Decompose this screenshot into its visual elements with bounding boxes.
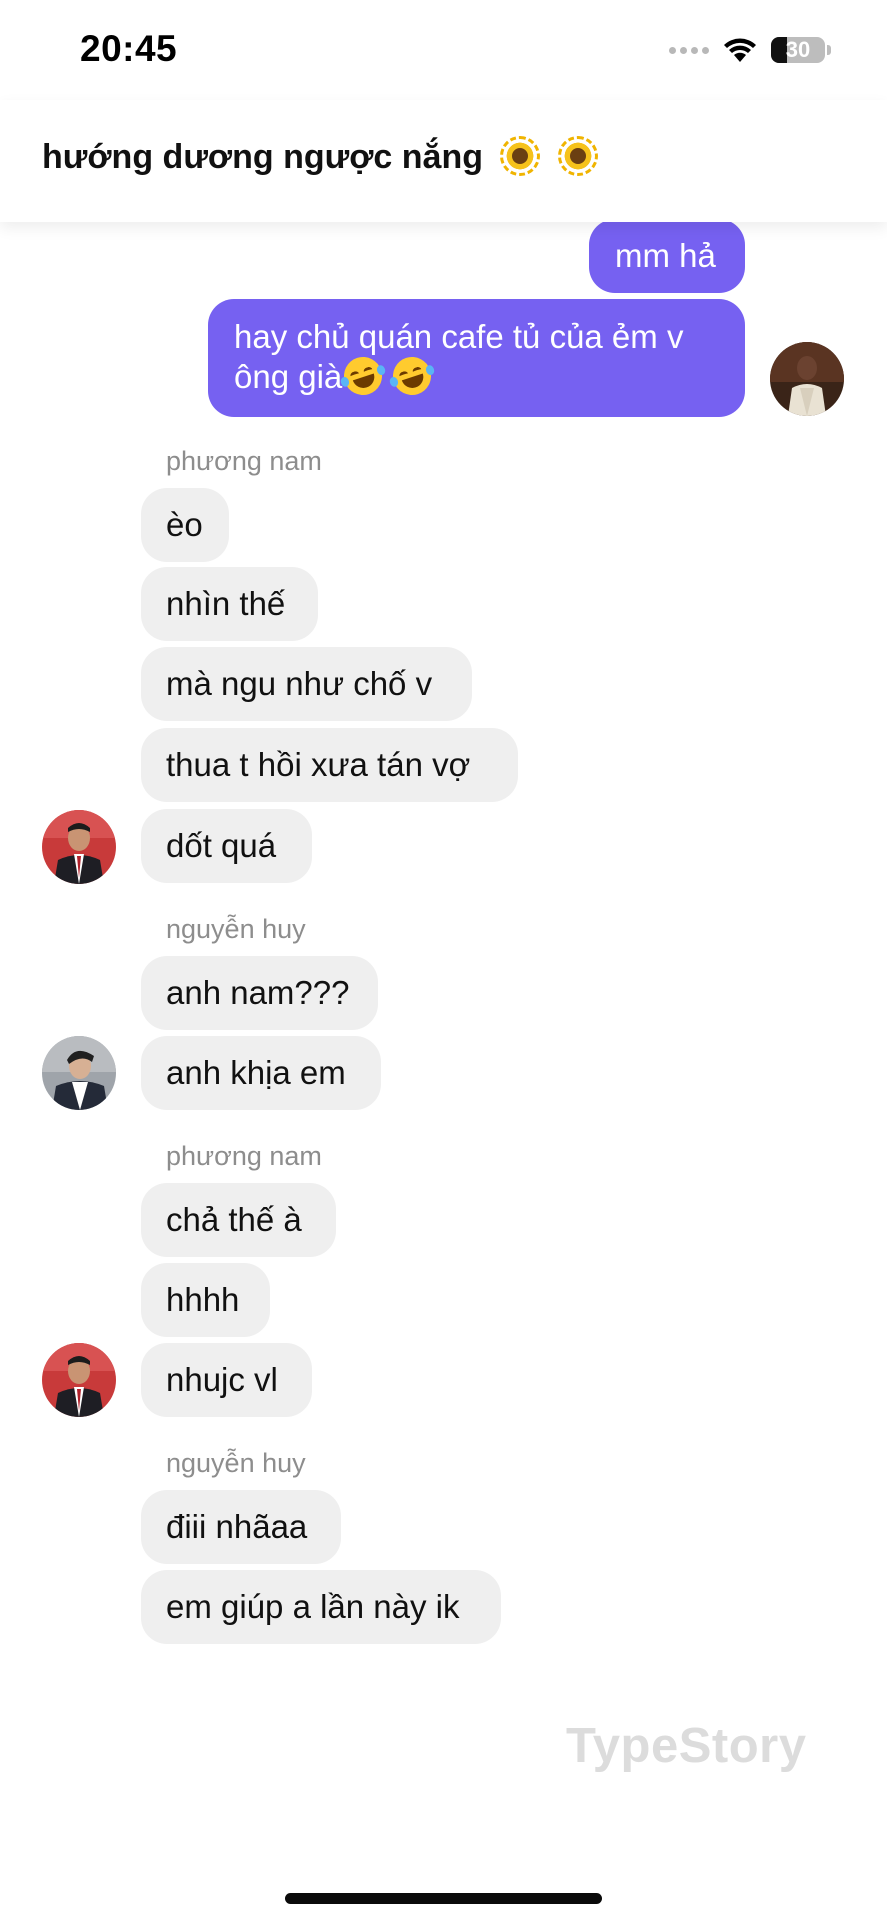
message-text: dốt quá <box>166 827 277 864</box>
sender-name: nguyễn huy <box>166 1448 306 1478</box>
avatar-nguyen-huy[interactable] <box>42 1036 116 1110</box>
message-text-line: hay chủ quán cafe tủ của ẻm v <box>234 318 684 355</box>
message-text: nhujc vl <box>166 1361 278 1398</box>
sunflower-icon <box>557 136 598 176</box>
incoming-message[interactable]: anh nam??? <box>141 956 378 1030</box>
message-text: èo <box>166 506 203 543</box>
message-text: anh khịa em <box>166 1054 346 1091</box>
message-text: mm hả <box>615 237 716 274</box>
incoming-message[interactable]: mà ngu như chố v <box>141 647 472 721</box>
avatar-phuong-nam[interactable] <box>42 810 116 884</box>
sender-name: phương nam <box>166 446 322 476</box>
sender-name: phương nam <box>166 1141 322 1171</box>
message-text: chả thế à <box>166 1201 302 1238</box>
incoming-message[interactable]: thua t hồi xưa tán vợ <box>141 728 518 802</box>
rolling-on-floor-laughing-icon <box>388 352 437 400</box>
avatar-self[interactable] <box>770 342 844 416</box>
incoming-message[interactable]: nhìn thế <box>141 567 318 641</box>
sunflower-icon <box>500 136 541 176</box>
message-text: thua t hồi xưa tán vợ <box>166 746 471 783</box>
incoming-message[interactable]: dốt quá <box>141 809 312 883</box>
message-text: hhhh <box>166 1281 240 1318</box>
message-text: điii nhãaa <box>166 1508 308 1545</box>
message-text: mà ngu như chố v <box>166 665 433 702</box>
incoming-message[interactable]: èo <box>141 488 229 562</box>
chat-header: hướng dương ngược nắng <box>0 100 887 222</box>
message-text: em giúp a lần này ik <box>166 1588 460 1625</box>
incoming-message[interactable]: anh khịa em <box>141 1036 381 1110</box>
chat-title-text: hướng dương ngược nắng <box>42 138 483 176</box>
outgoing-message[interactable]: mm hả <box>589 219 745 293</box>
home-indicator[interactable] <box>285 1893 602 1904</box>
incoming-message[interactable]: chả thế à <box>141 1183 336 1257</box>
message-text-line: ông già <box>234 352 719 400</box>
avatar-phuong-nam[interactable] <box>42 1343 116 1417</box>
incoming-message[interactable]: điii nhãaa <box>141 1490 341 1564</box>
chat-title[interactable]: hướng dương ngược nắng <box>42 136 598 177</box>
rolling-on-floor-laughing-icon <box>339 352 388 400</box>
sender-name: nguyễn huy <box>166 914 306 944</box>
message-text: nhìn thế <box>166 585 286 622</box>
incoming-message[interactable]: nhujc vl <box>141 1343 312 1417</box>
message-text: anh nam??? <box>166 974 350 1011</box>
outgoing-message[interactable]: hay chủ quán cafe tủ của ẻm v ông già <box>208 299 745 417</box>
incoming-message[interactable]: em giúp a lần này ik <box>141 1570 501 1644</box>
message-text: ông già <box>234 358 343 395</box>
watermark: TypeStory <box>566 1719 807 1773</box>
message-list[interactable]: mm hả hay chủ quán cafe tủ của ẻm v ông … <box>0 0 887 1920</box>
incoming-message[interactable]: hhhh <box>141 1263 270 1337</box>
